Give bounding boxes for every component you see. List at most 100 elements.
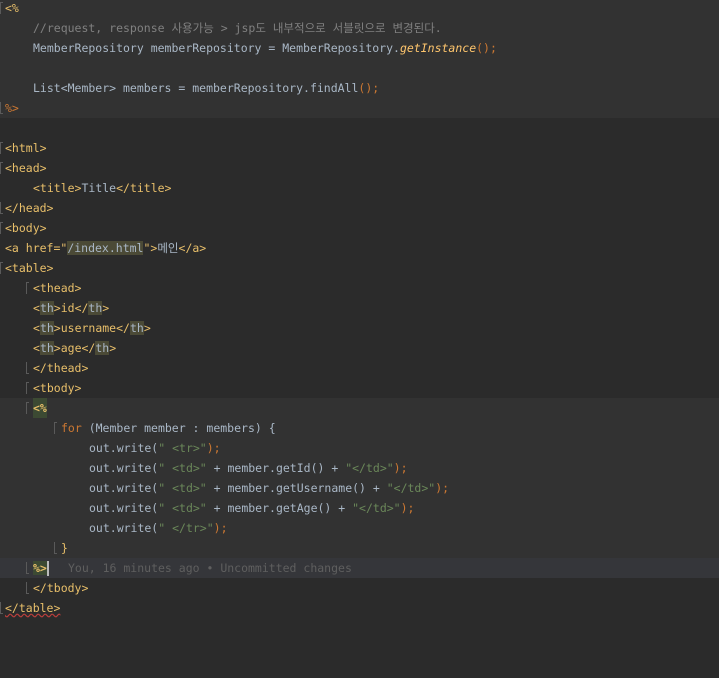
code-text: + member.getAge() + (206, 501, 353, 515)
current-line[interactable]: %> You, 16 minutes ago • Uncommitted cha… (0, 558, 719, 578)
git-blame-annotation: You, 16 minutes ago • Uncommitted change… (68, 561, 352, 575)
code-text: ); (213, 521, 228, 535)
code-line[interactable]: List<Member> members = memberRepository.… (0, 78, 719, 98)
th-tag-name: th (88, 301, 103, 315)
code-line[interactable]: <th>id</th> (0, 298, 719, 318)
code-text: out.write( (89, 441, 159, 455)
html-tag: </a> (178, 241, 207, 255)
code-line[interactable]: <table> (0, 258, 719, 278)
code-text: + member.getId() + (206, 461, 346, 475)
code-text: out.write( (89, 501, 159, 515)
scriptlet-close: %> (33, 561, 47, 575)
code-line[interactable]: out.write(" <td>" + member.getId() + "</… (0, 458, 719, 478)
tag-text: Title (81, 181, 117, 195)
string-literal: " </tr>" (158, 521, 214, 535)
th-tag-name: th (129, 321, 144, 335)
code-editor[interactable]: <% //request, response 사용가능 > jsp도 내부적으로… (0, 0, 719, 618)
scriptlet-open: <% (33, 398, 47, 418)
code-line[interactable]: } (0, 538, 719, 558)
code-line[interactable]: <% (0, 0, 719, 18)
code-line[interactable]: <html> (0, 138, 719, 158)
text-cursor (46, 561, 49, 576)
code-line[interactable]: out.write(" <td>" + member.getAge() + "<… (0, 498, 719, 518)
html-tag: < (33, 341, 40, 355)
html-tag: "> (143, 241, 158, 255)
code-text: out.write( (89, 521, 159, 535)
string-literal: " <td>" (158, 481, 207, 495)
code-text: (); (476, 41, 497, 55)
code-line[interactable]: for (Member member : members) { (0, 418, 719, 438)
code-text: (Member member : members) { (81, 421, 276, 435)
link-text: 메인 (157, 241, 179, 255)
code-text: ); (435, 481, 450, 495)
code-line[interactable]: %> (0, 98, 719, 118)
code-line[interactable]: <a href="/index.html">메인</a> (0, 238, 719, 258)
code-line[interactable]: </table> (0, 598, 719, 618)
closing-brace: } (61, 541, 68, 555)
html-tag: </title> (116, 181, 172, 195)
code-text: (); (358, 81, 380, 95)
html-tag: </thead> (33, 361, 89, 375)
html-tag: >id</ (53, 301, 89, 315)
html-tag: <tbody> (33, 381, 82, 395)
html-tag: </tbody> (33, 581, 89, 595)
link-href[interactable]: /index.html (67, 241, 144, 255)
string-literal: " <td>" (158, 461, 207, 475)
keyword: for (61, 421, 82, 435)
code-text: ); (400, 501, 415, 515)
html-tag: <title> (33, 181, 82, 195)
html-tag: > (109, 341, 117, 355)
html-tag: </head> (5, 201, 54, 215)
code-text: + member.getUsername() + (206, 481, 387, 495)
code-line[interactable]: <% (0, 398, 719, 418)
html-tag: < (33, 301, 40, 315)
string-literal: "</td>" (386, 481, 436, 495)
code-line[interactable]: out.write(" <tr>"); (0, 438, 719, 458)
html-tag: <table> (5, 261, 54, 275)
code-line[interactable]: out.write(" <td>" + member.getUsername()… (0, 478, 719, 498)
code-line[interactable]: MemberRepository memberRepository = Memb… (0, 38, 719, 58)
code-line[interactable]: <thead> (0, 278, 719, 298)
code-line[interactable]: out.write(" </tr>"); (0, 518, 719, 538)
code-text: out.write( (89, 461, 159, 475)
html-tag: < (33, 321, 40, 335)
html-tag: > (102, 301, 110, 315)
code-line[interactable] (0, 118, 719, 138)
string-literal: "</td>" (345, 461, 394, 475)
html-tag: > (143, 321, 151, 335)
code-line[interactable]: <head> (0, 158, 719, 178)
html-tag: >age</ (53, 341, 96, 355)
code-text: out.write( (89, 481, 159, 495)
code-line[interactable]: </thead> (0, 358, 719, 378)
code-text: List<Member> members = memberRepository.… (33, 81, 359, 95)
code-text: ); (206, 441, 221, 455)
html-tag: <html> (5, 141, 47, 155)
code-line[interactable]: <title>Title</title> (0, 178, 719, 198)
code-text: ); (393, 461, 408, 475)
code-text: MemberRepository memberRepository = Memb… (33, 41, 400, 55)
html-tag: >username</ (53, 321, 130, 335)
code-line[interactable]: <tbody> (0, 378, 719, 398)
th-tag-name: th (95, 341, 110, 355)
scriptlet-close: %> (5, 101, 19, 115)
scriptlet-open: <% (5, 1, 19, 15)
string-literal: " <td>" (158, 501, 207, 515)
code-line[interactable]: <th>username</th> (0, 318, 719, 338)
code-line[interactable] (0, 58, 719, 78)
html-tag: <head> (5, 161, 47, 175)
th-tag-name: th (39, 321, 54, 335)
th-tag-name: th (39, 301, 54, 315)
method-name: getInstance (399, 41, 477, 55)
string-literal: "</td>" (352, 501, 401, 515)
html-tag: <body> (5, 221, 47, 235)
code-line[interactable]: <th>age</th> (0, 338, 719, 358)
string-literal: " <tr>" (158, 441, 207, 455)
html-tag: </table> (5, 601, 61, 615)
code-line[interactable]: <body> (0, 218, 719, 238)
html-tag: <a href=" (5, 241, 68, 255)
code-line[interactable]: </tbody> (0, 578, 719, 598)
code-line[interactable]: //request, response 사용가능 > jsp도 내부적으로 서블… (0, 18, 719, 38)
code-line[interactable]: </head> (0, 198, 719, 218)
html-tag: <thead> (33, 281, 82, 295)
comment: //request, response 사용가능 > jsp도 내부적으로 서블… (33, 21, 442, 35)
